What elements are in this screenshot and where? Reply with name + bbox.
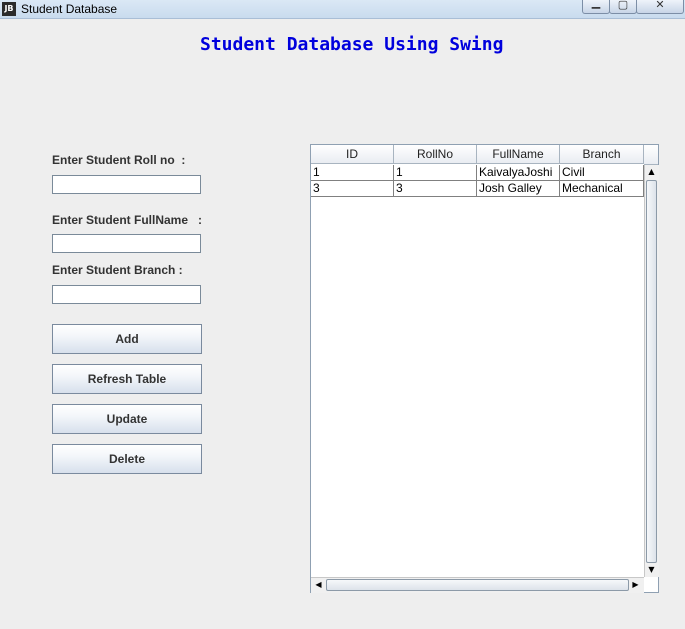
scroll-down-icon[interactable]: ▼ bbox=[645, 563, 658, 577]
table-cell-id[interactable]: 1 bbox=[311, 165, 394, 181]
horizontal-scrollbar[interactable]: ◀ ▶ bbox=[311, 577, 644, 593]
add-button[interactable]: Add bbox=[52, 324, 202, 354]
maximize-button[interactable]: ▢ bbox=[609, 0, 637, 14]
scroll-up-icon[interactable]: ▲ bbox=[645, 165, 658, 179]
scroll-left-icon[interactable]: ◀ bbox=[312, 578, 325, 592]
table-header: ID RollNo FullName Branch bbox=[311, 145, 644, 165]
window-title: Student Database bbox=[21, 2, 118, 16]
roll-no-input[interactable] bbox=[52, 175, 201, 194]
table-row[interactable]: 1 1 KaivalyaJoshi Civil bbox=[311, 165, 644, 181]
page-title: Student Database Using Swing bbox=[200, 34, 504, 55]
fullname-input[interactable] bbox=[52, 234, 201, 253]
column-header-fullname[interactable]: FullName bbox=[477, 145, 560, 164]
delete-button[interactable]: Delete bbox=[52, 444, 202, 474]
branch-input[interactable] bbox=[52, 285, 201, 304]
title-bar: JB Student Database ▁ ▢ ✕ bbox=[0, 0, 685, 19]
branch-label: Enter Student Branch : bbox=[52, 263, 183, 277]
app-icon: JB bbox=[2, 2, 16, 16]
table-cell-rollno[interactable]: 1 bbox=[394, 165, 477, 181]
column-header-id[interactable]: ID bbox=[311, 145, 394, 164]
vertical-scrollbar[interactable]: ▲ ▼ bbox=[644, 165, 659, 577]
minimize-icon: ▁ bbox=[591, 0, 601, 9]
update-button[interactable]: Update bbox=[52, 404, 202, 434]
refresh-table-button[interactable]: Refresh Table bbox=[52, 364, 202, 394]
column-header-rollno[interactable]: RollNo bbox=[394, 145, 477, 164]
table-cell-fullname[interactable]: KaivalyaJoshi bbox=[477, 165, 560, 181]
table-cell-branch[interactable]: Civil bbox=[560, 165, 644, 181]
column-header-branch[interactable]: Branch bbox=[560, 145, 644, 164]
scroll-right-icon[interactable]: ▶ bbox=[629, 578, 642, 592]
table-cell-id[interactable]: 3 bbox=[311, 181, 394, 197]
table-cell-branch[interactable]: Mechanical bbox=[560, 181, 644, 197]
roll-no-label: Enter Student Roll no : bbox=[52, 153, 186, 167]
maximize-icon: ▢ bbox=[617, 0, 629, 11]
close-icon: ✕ bbox=[655, 0, 665, 11]
table-cell-fullname[interactable]: Josh Galley bbox=[477, 181, 560, 197]
close-button[interactable]: ✕ bbox=[636, 0, 684, 14]
vertical-scroll-thumb[interactable] bbox=[646, 180, 657, 563]
student-table: ID RollNo FullName Branch 1 1 KaivalyaJo… bbox=[310, 144, 659, 593]
table-header-corner bbox=[644, 145, 658, 165]
table-cell-rollno[interactable]: 3 bbox=[394, 181, 477, 197]
horizontal-scroll-thumb[interactable] bbox=[326, 579, 629, 591]
minimize-button[interactable]: ▁ bbox=[582, 0, 610, 14]
fullname-label: Enter Student FullName : bbox=[52, 213, 203, 227]
table-row[interactable]: 3 3 Josh Galley Mechanical bbox=[311, 181, 644, 197]
